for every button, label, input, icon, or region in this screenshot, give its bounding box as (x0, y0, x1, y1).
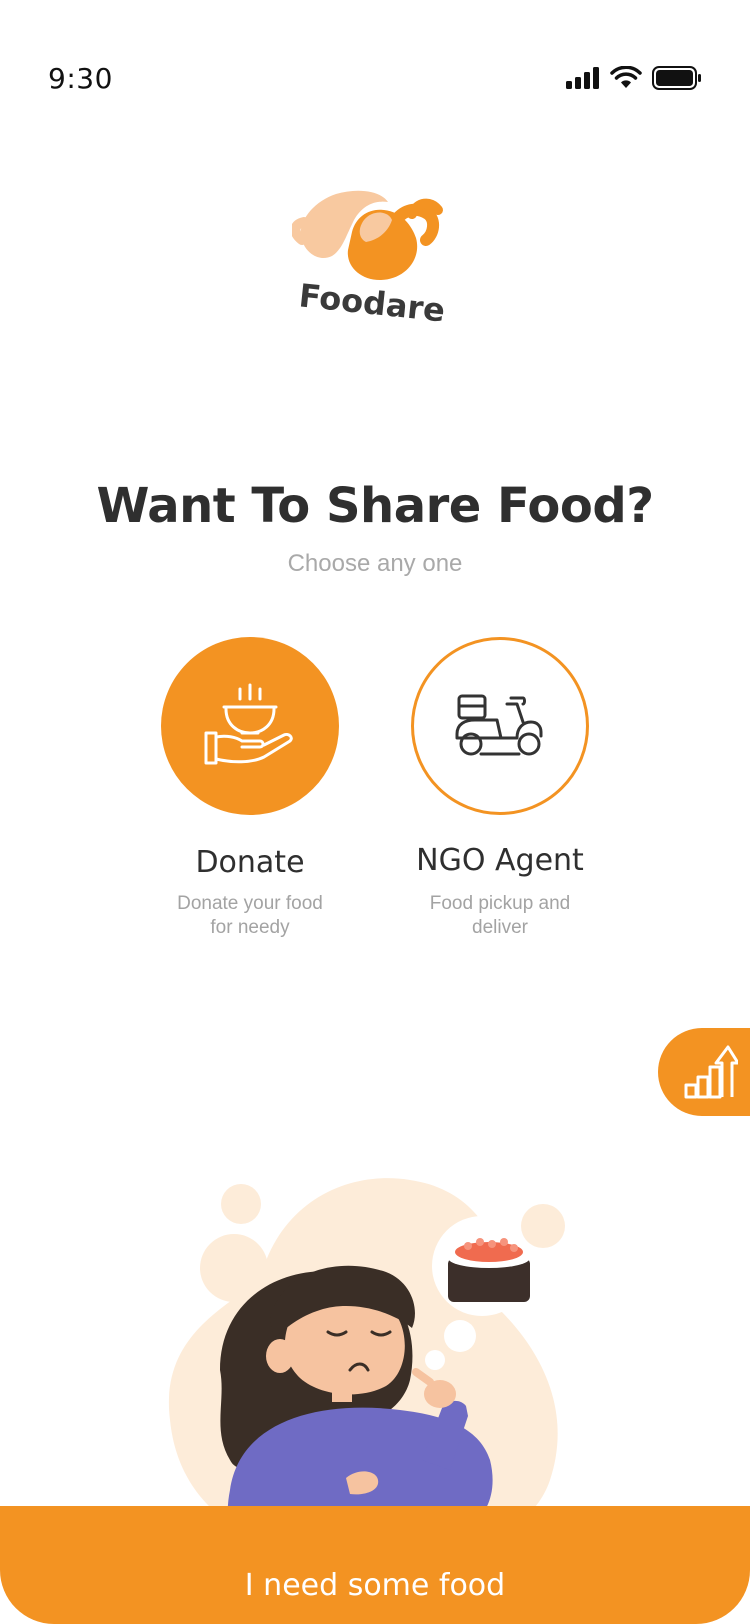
battery-icon (652, 66, 701, 90)
screen: 9:30 Foodare Want To Share Food? Choose … (0, 0, 750, 1624)
option-ngo-agent[interactable]: NGO Agent Food pickup and deliver (370, 637, 630, 940)
option-donate-description: Donate your food for needy (120, 892, 380, 940)
stats-tab-button[interactable] (658, 1028, 750, 1116)
option-ngo-desc-line2: deliver (472, 917, 528, 938)
girl-thinking-illustration (150, 1160, 590, 1560)
option-donate-desc-line2: for needy (210, 917, 290, 938)
option-ngo-agent-label: NGO Agent (416, 843, 584, 878)
app-logo: Foodare (290, 180, 452, 350)
option-donate[interactable]: Donate Donate your food for needy (120, 637, 380, 940)
option-ngo-agent-description: Food pickup and deliver (370, 892, 630, 940)
status-time: 9:30 (48, 62, 113, 95)
wifi-icon (610, 66, 642, 88)
option-ngo-desc-line1: Food pickup and (429, 893, 571, 914)
donate-button[interactable] (161, 637, 339, 815)
option-donate-label: Donate (195, 845, 305, 880)
status-icons (566, 66, 702, 90)
need-food-button[interactable] (0, 1506, 750, 1624)
bar-chart-growth-icon (684, 1045, 738, 1099)
cellular-signal-icon (566, 67, 599, 89)
hands-logo-icon (290, 190, 443, 280)
girl-thinking-sushi-illustration (168, 1178, 565, 1560)
ngo-agent-button[interactable] (411, 637, 589, 815)
delivery-scooter-icon (455, 694, 543, 756)
page-title: Want To Share Food? (96, 478, 654, 534)
food-bowl-hand-icon (204, 683, 293, 765)
option-donate-desc-line1: Donate your food (177, 893, 323, 914)
need-food-button-label: I need some food (244, 1568, 506, 1603)
page-subtitle: Choose any one (287, 550, 463, 577)
